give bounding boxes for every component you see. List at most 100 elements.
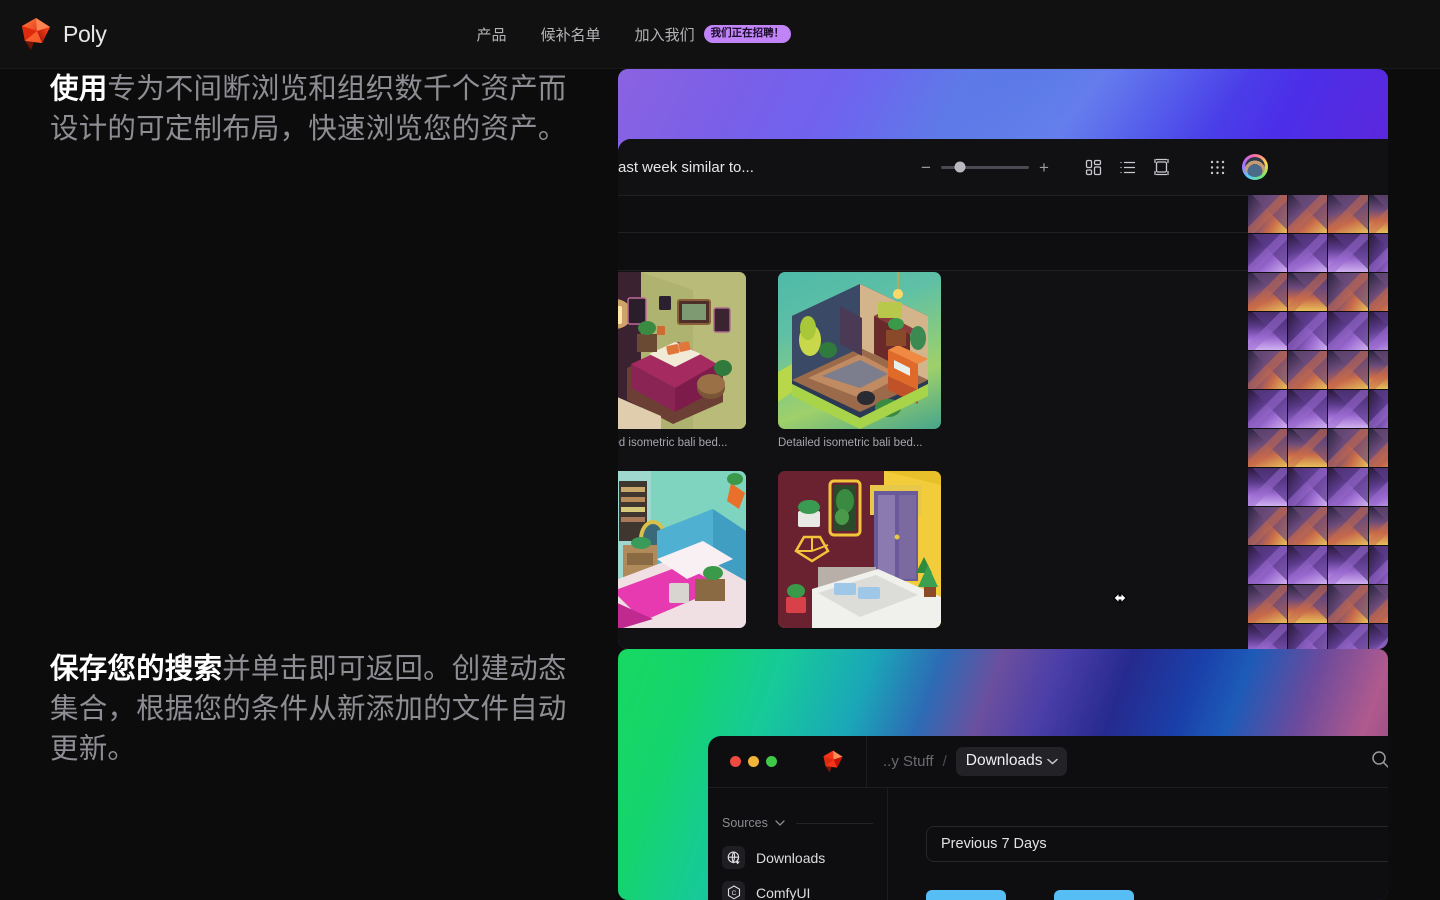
thumbnail-strip-cell[interactable]: [1368, 195, 1388, 233]
asset-card[interactable]: Detailed isometric bali bed...: [618, 272, 746, 449]
thumbnail-strip-cell[interactable]: [1288, 312, 1328, 350]
thumbnail-strip-cell[interactable]: [1368, 624, 1388, 649]
thumbnail-strip-cell-art: [1328, 351, 1368, 389]
apps-grid-icon[interactable]: [1200, 150, 1234, 184]
thumbnail-strip-cell-art: [1288, 390, 1328, 428]
thumbnail-strip-cell[interactable]: [1328, 312, 1368, 350]
chevron-down-icon: [1047, 758, 1059, 765]
thumbnail-strip-cell[interactable]: [1248, 195, 1288, 233]
thumbnail-strip-cell[interactable]: [1288, 585, 1328, 623]
thumbnail-strip-cell[interactable]: [1368, 273, 1388, 311]
thumbnail-strip-cell[interactable]: [1368, 234, 1388, 272]
thumbnail-strip-cell[interactable]: [1288, 390, 1328, 428]
nav-link-products[interactable]: 产品: [477, 24, 507, 45]
thumbnail-strip-cell[interactable]: [1328, 195, 1368, 233]
thumbnail-strip-cell[interactable]: [1248, 507, 1288, 545]
thumbnail-strip-cell[interactable]: [1328, 468, 1368, 506]
thumbnail-strip-cell[interactable]: [1328, 507, 1368, 545]
thumbnail-strip-cell[interactable]: [1288, 195, 1328, 233]
sidebar-item-downloads[interactable]: Downloads: [708, 840, 887, 875]
asset-thumbnail[interactable]: [778, 272, 941, 429]
thumbnail-strip-cell[interactable]: [1248, 273, 1288, 311]
asset-card[interactable]: [778, 471, 941, 636]
thumbnail-strip-cell[interactable]: [1368, 429, 1388, 467]
filter-bar-row-1: [618, 195, 1248, 233]
thumbnail-strip-cell[interactable]: [1248, 468, 1288, 506]
sidebar: Sources Downloads C ComfyUI: [708, 788, 888, 900]
gallery-view-icon[interactable]: [1144, 150, 1178, 184]
asset-card[interactable]: Detailed isometric bali bed...: [778, 272, 941, 449]
thumbnail-strip-cell[interactable]: [1328, 273, 1368, 311]
thumbnail-strip-cell[interactable]: [1328, 546, 1368, 584]
thumbnail-strip-cell[interactable]: [1368, 468, 1388, 506]
thumbnail-strip-cell[interactable]: [1368, 312, 1388, 350]
breadcrumb-parent[interactable]: ..y Stuff: [883, 753, 934, 770]
thumbnail-strip-cell[interactable]: [1288, 351, 1328, 389]
thumbnail-strip-cell[interactable]: [1248, 585, 1288, 623]
thumbnail-strip-cell-art: [1328, 429, 1368, 467]
asset-thumbnail[interactable]: [618, 272, 746, 429]
thumbnail-strip-cell[interactable]: [1248, 234, 1288, 272]
thumbnail-strip-cell[interactable]: [1288, 468, 1328, 506]
asset-card[interactable]: [618, 471, 746, 636]
thumbnail-strip-cell[interactable]: [1288, 507, 1328, 545]
thumbnail-strip-cell-art: [1248, 312, 1288, 350]
thumbnail-strip-cell[interactable]: [1368, 507, 1388, 545]
result-card[interactable]: [926, 890, 1006, 900]
thumbnail-strip-cell[interactable]: [1328, 234, 1368, 272]
thumbnail-strip-cell[interactable]: [1248, 429, 1288, 467]
thumbnail-strip-cell-art: [1248, 195, 1288, 233]
thumbnail-strip-cell[interactable]: [1288, 234, 1328, 272]
breadcrumb-current-label: Downloads: [965, 752, 1043, 769]
thumbnail-strip-cell[interactable]: [1288, 546, 1328, 584]
zoom-in-button[interactable]: +: [1038, 159, 1050, 176]
asset-thumbnail[interactable]: [778, 471, 941, 628]
thumbnail-strip-cell[interactable]: [1248, 312, 1288, 350]
sidebar-item-label: Downloads: [756, 849, 826, 866]
close-window-button[interactable]: [730, 756, 741, 767]
date-group-header[interactable]: Previous 7 Days: [926, 826, 1388, 862]
thumbnail-strip-cell[interactable]: [1288, 429, 1328, 467]
breadcrumb-current[interactable]: Downloads: [955, 747, 1068, 776]
thumbnail-strip-cell[interactable]: [1288, 624, 1328, 649]
thumbnail-strip-cell[interactable]: [1368, 585, 1388, 623]
sidebar-group-sources[interactable]: Sources: [708, 816, 887, 830]
thumbnail-strip-cell[interactable]: [1368, 546, 1388, 584]
thumbnail-strip-cell[interactable]: [1248, 624, 1288, 649]
thumbnail-strip-cell[interactable]: [1368, 351, 1388, 389]
brand-logo[interactable]: Poly: [20, 17, 107, 51]
thumbnail-strip-cell[interactable]: [1328, 585, 1368, 623]
zoom-slider[interactable]: − +: [920, 159, 1050, 176]
zoom-slider-track[interactable]: [941, 161, 1029, 173]
grid-view-icon[interactable]: [1076, 150, 1110, 184]
thumbnail-strip-cell[interactable]: [1248, 390, 1288, 428]
sidebar-item-comfyui[interactable]: C ComfyUI: [708, 875, 887, 900]
nav-link-waitlist[interactable]: 候补名单: [541, 24, 601, 45]
list-view-icon[interactable]: [1110, 150, 1144, 184]
nav-link-join-us[interactable]: 加入我们 我们正在招聘！: [635, 24, 792, 45]
thumbnail-strip-cell[interactable]: [1328, 390, 1368, 428]
thumbnail-strip[interactable]: [1248, 195, 1388, 649]
nav-links: 产品 候补名单 加入我们 我们正在招聘！: [477, 24, 792, 45]
showcase-panel-1: ast week similar to... − + d isometric b…: [618, 69, 1388, 649]
window-body: Sources Downloads C ComfyUI Previous 7 D…: [708, 788, 1388, 900]
maximize-window-button[interactable]: [766, 756, 777, 767]
showcase-panel-2: ..y Stuff / Downloads Sources Downloads …: [618, 649, 1388, 900]
thumbnail-strip-cell[interactable]: [1368, 390, 1388, 428]
thumbnail-strip-cell-art: [1368, 312, 1388, 350]
zoom-out-button[interactable]: −: [920, 159, 932, 176]
search-icon[interactable]: [1371, 750, 1388, 774]
thumbnail-strip-cell[interactable]: [1248, 546, 1288, 584]
asset-thumbnail[interactable]: [618, 471, 746, 628]
user-avatar[interactable]: [1242, 154, 1268, 180]
thumbnail-strip-cell[interactable]: [1248, 351, 1288, 389]
thumbnail-strip-cell[interactable]: [1328, 429, 1368, 467]
thumbnail-strip-cell-art: [1368, 351, 1388, 389]
thumbnail-strip-cell[interactable]: [1328, 624, 1368, 649]
sidebar-group-label: Sources: [722, 816, 768, 830]
minimize-window-button[interactable]: [748, 756, 759, 767]
zoom-slider-thumb[interactable]: [954, 161, 966, 173]
result-card[interactable]: [1054, 890, 1134, 900]
thumbnail-strip-cell[interactable]: [1328, 351, 1368, 389]
thumbnail-strip-cell[interactable]: [1288, 273, 1328, 311]
